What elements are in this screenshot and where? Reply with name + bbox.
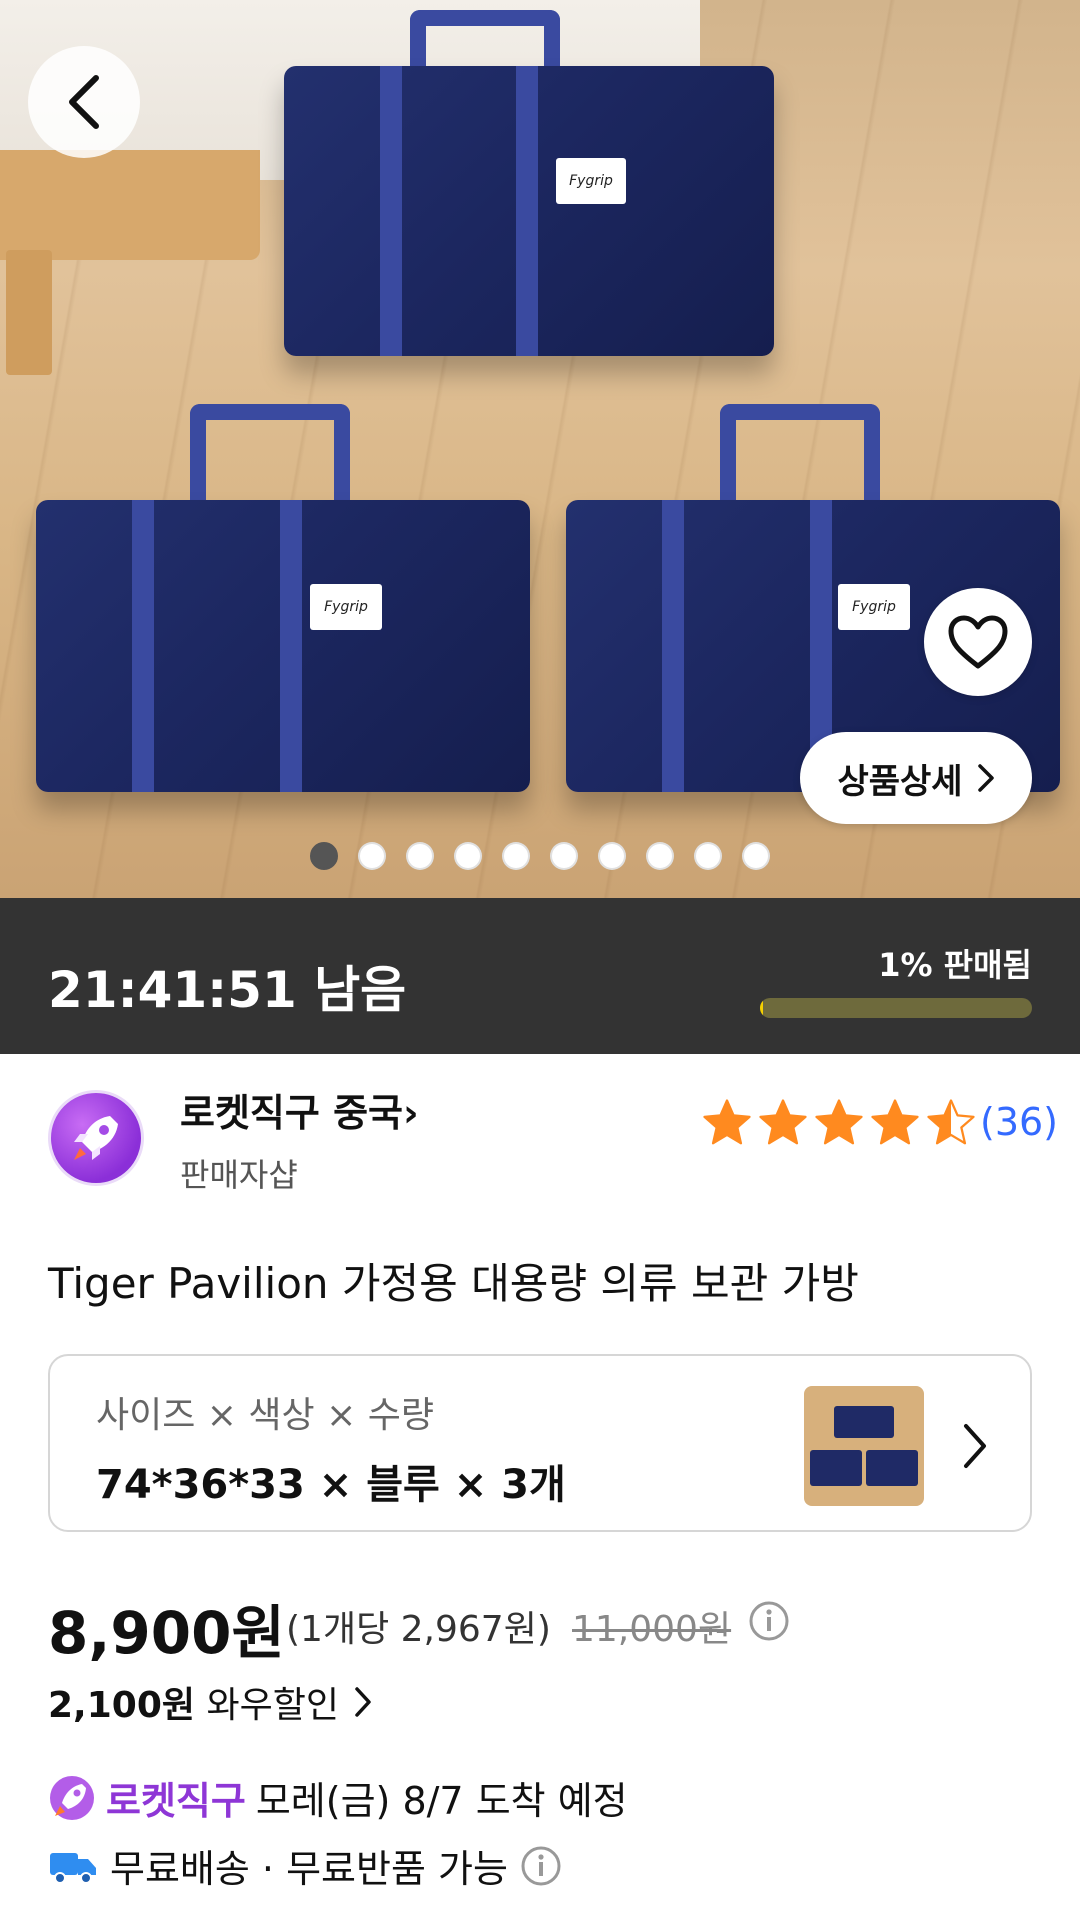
star-icon [871,1099,919,1145]
seller-name: 로켓직구 중국 [180,1091,403,1135]
rocket-badge-icon [50,1775,94,1820]
product-detail-label: 상품상세 [837,761,963,802]
carousel-dot[interactable] [742,842,770,870]
rocket-badge-label: 로켓직구 [106,1779,246,1823]
time-remaining: 21:41:51 남음 [48,961,407,1019]
storage-bag: Fygrip [284,66,774,356]
heart-icon [948,615,1008,669]
carousel-dot[interactable] [454,842,482,870]
original-price: 11,000원 [572,1609,732,1650]
option-value: 74*36*33 × 블루 × 3개 [96,1462,566,1508]
carousel-dot[interactable] [358,842,386,870]
bag-tag: Fygrip [838,584,910,630]
chevron-right-icon [977,764,994,792]
bed-frame [0,150,260,260]
seller-avatar[interactable] [48,1090,144,1186]
chevron-right-icon [355,1687,371,1717]
product-image[interactable]: Fygrip Fygrip Fygrip 상품상세 [0,0,1080,898]
shipping-text: 무료배송 · 무료반품 가능 [110,1847,508,1891]
product-detail-button[interactable]: 상품상세 [800,732,1032,824]
sold-percentage: 1% 판매됨 [878,946,1032,984]
carousel-dot[interactable] [310,842,338,870]
shipping-info-icon[interactable] [520,1845,562,1887]
wishlist-button[interactable] [924,588,1032,696]
rocket-icon [74,1116,118,1160]
back-button[interactable] [28,46,140,158]
discount-amount: 2,100원 [48,1685,195,1726]
unit-price: (1개당 2,967원) [286,1609,551,1650]
price-info-icon[interactable] [748,1600,790,1642]
bag-tag: Fygrip [310,584,382,630]
wow-discount-link[interactable]: 2,100원 와우할인 [48,1676,373,1728]
carousel-dot[interactable] [406,842,434,870]
bag-tag: Fygrip [556,158,626,204]
star-icon [703,1099,751,1145]
deal-timer-bar: 21:41:51 남음 1% 판매됨 [0,898,1080,1054]
storage-bag: Fygrip [36,500,530,792]
carousel-dot[interactable] [646,842,674,870]
sold-progress-bar [760,998,1032,1018]
rating-stars[interactable] [700,1096,978,1150]
shipping-info: 무료배송 · 무료반품 가능 [48,1838,562,1893]
star-icon [815,1099,863,1145]
chevron-right-icon [964,1424,986,1468]
seller-name-link[interactable]: 로켓직구 중국› [180,1082,419,1137]
carousel-dot[interactable] [550,842,578,870]
arrival-date: 모레(금) 8/7 도착 예정 [255,1779,628,1823]
option-thumbnail [804,1386,924,1506]
sale-price: 8,900원 [48,1599,285,1667]
carousel-dot[interactable] [598,842,626,870]
chevron-left-icon [69,75,99,129]
option-label: 사이즈 × 색상 × 수량 [96,1395,434,1436]
chevron-right-icon: › [403,1091,419,1135]
review-count-link[interactable]: (36) [980,1100,1058,1144]
option-selector[interactable]: 사이즈 × 색상 × 수량 74*36*33 × 블루 × 3개 [48,1354,1032,1532]
delivery-estimate: 로켓직구 모레(금) 8/7 도착 예정 [48,1770,628,1825]
star-icon [927,1099,975,1145]
discount-label: 와우할인 [206,1685,339,1726]
carousel-indicator [0,842,1080,870]
carousel-dot[interactable] [694,842,722,870]
sold-progress-fill [760,998,764,1018]
star-icon [759,1099,807,1145]
product-title: Tiger Pavilion 가정용 대용량 의류 보관 가방 [48,1259,859,1308]
truck-icon [50,1852,96,1884]
seller-shop-label: 판매자샵 [180,1156,298,1194]
bed-leg [6,250,52,375]
carousel-dot[interactable] [502,842,530,870]
